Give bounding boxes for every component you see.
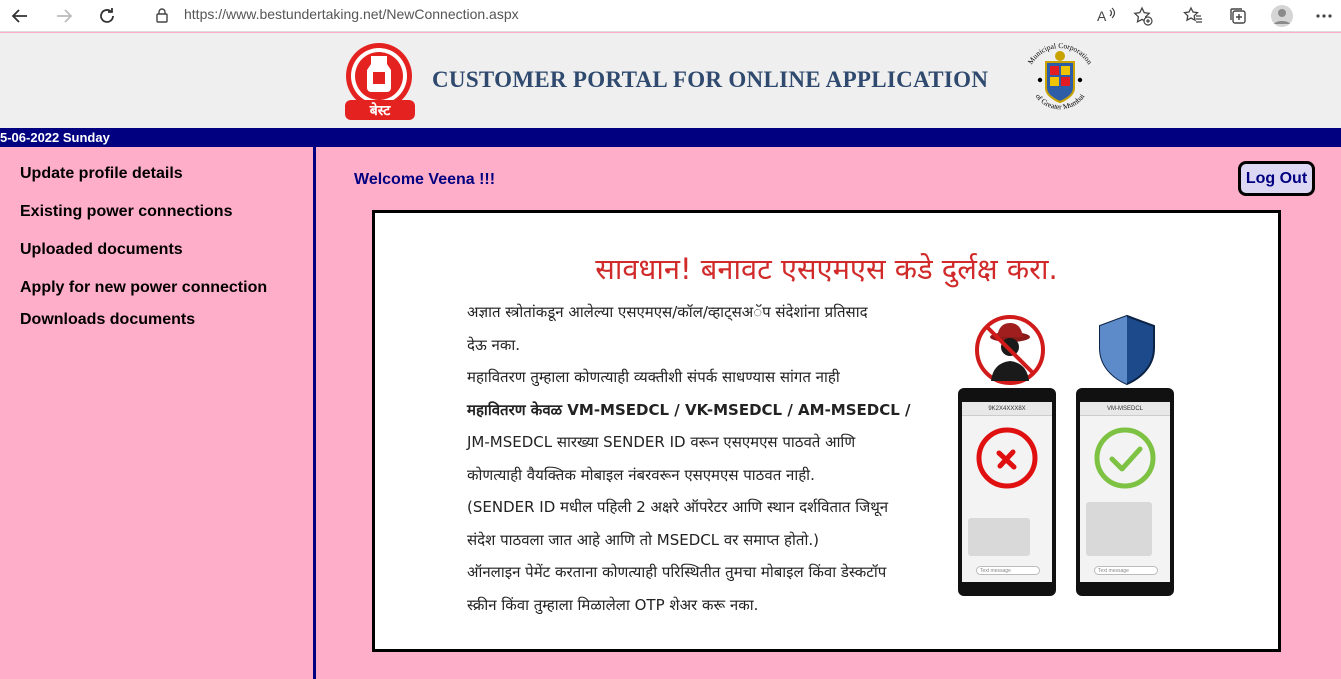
sidebar-item-apply-new-connection[interactable]: Apply for new power connection <box>20 279 267 297</box>
sidebar-item-downloads-documents[interactable]: Downloads documents <box>20 311 195 329</box>
phone-message-input: Text message <box>1094 566 1158 575</box>
mcgm-seal: Municipal Corporation of Greater Mumbai <box>1018 38 1102 122</box>
phone-sender-header: 9K2X4XXX8X <box>962 402 1052 416</box>
browser-toolbar: https://www.bestundertaking.net/NewConne… <box>0 0 1341 32</box>
message-bubble <box>1086 502 1152 556</box>
phone-screen: 9K2X4XXX8X Text message <box>962 402 1052 582</box>
sms-warning-notice: सावधान! बनावट एसएमएस कडे दुर्लक्ष करा. अ… <box>372 210 1281 652</box>
success-check-icon <box>1093 426 1157 495</box>
notice-line: ऑनलाइन पेमेंट करताना कोणत्याही परिस्थिती… <box>467 563 887 581</box>
genuine-sms-phone: VM-MSEDCL Text message <box>1076 388 1174 596</box>
best-logo: बेस्ट <box>341 40 419 124</box>
notice-line: (SENDER ID मधील पहिली 2 अक्षरे ऑपरेटर आण… <box>467 498 889 516</box>
notice-body: अज्ञात स्त्रोतांकडून आलेल्या एसएमएस/कॉल/… <box>467 296 947 621</box>
phone-sender-header: VM-MSEDCL <box>1080 402 1170 416</box>
notice-line: महावितरण केवळ VM-MSEDCL / VK-MSEDCL / AM… <box>467 400 911 419</box>
logo-text: बेस्ट <box>369 103 391 119</box>
sidebar-item-update-profile[interactable]: Update profile details <box>20 165 183 183</box>
sidebar-item-uploaded-documents[interactable]: Uploaded documents <box>20 241 183 259</box>
favorite-add-icon[interactable] <box>1131 4 1155 28</box>
notice-line: स्क्रीन किंवा तुम्हाला मिळालेला OTP शेअर… <box>467 595 759 614</box>
notice-line: देऊ नका. <box>467 335 521 354</box>
more-icon[interactable] <box>1312 4 1336 28</box>
lock-icon[interactable] <box>150 3 174 27</box>
notice-line: महावितरण तुम्हाला कोणत्याही व्यक्तीशी सं… <box>467 368 840 386</box>
portal-title: CUSTOMER PORTAL FOR ONLINE APPLICATION <box>432 67 989 92</box>
profile-avatar-icon[interactable] <box>1270 4 1294 28</box>
sidebar: Update profile details Existing power co… <box>0 147 313 679</box>
notice-line: संदेश पाठवला जात आहे आणि तो MSEDCL वर सम… <box>467 530 819 549</box>
address-bar[interactable]: https://www.bestundertaking.net/NewConne… <box>136 0 1161 30</box>
error-cross-icon <box>975 426 1039 495</box>
forward-icon[interactable] <box>52 4 76 28</box>
notice-line: JM-MSEDCL सारख्या SENDER ID वरून एसएमएस … <box>467 433 856 451</box>
phone-screen: VM-MSEDCL Text message <box>1080 402 1170 582</box>
notice-title: सावधान! बनावट एसएमएस कडे दुर्लक्ष करा. <box>595 252 1058 286</box>
refresh-icon[interactable] <box>95 4 119 28</box>
logout-button[interactable]: Log Out <box>1238 161 1315 196</box>
notice-line: अज्ञात स्त्रोतांकडून आलेल्या एसएमएस/कॉल/… <box>467 303 868 321</box>
url-text[interactable]: https://www.bestundertaking.net/NewConne… <box>184 6 519 22</box>
notice-line: कोणत्याही वैयक्तिक मोबाइल नंबरवरून एसएमए… <box>467 465 815 484</box>
welcome-message: Welcome Veena !!! <box>354 171 496 188</box>
sidebar-item-existing-connections[interactable]: Existing power connections <box>20 203 232 221</box>
favorites-icon[interactable] <box>1181 4 1205 28</box>
date-bar: 5-06-2022 Sunday <box>0 128 1341 147</box>
fake-sms-phone: 9K2X4XXX8X Text message <box>958 388 1056 596</box>
hacker-prohibited-icon <box>973 313 1047 387</box>
back-icon[interactable] <box>8 4 32 28</box>
phone-message-input: Text message <box>976 566 1040 575</box>
shield-icon <box>1095 313 1159 387</box>
message-bubble <box>968 518 1030 556</box>
read-aloud-icon[interactable]: A <box>1095 4 1119 28</box>
svg-text:A: A <box>1097 8 1107 24</box>
sidebar-divider <box>313 147 316 679</box>
collections-icon[interactable] <box>1226 4 1250 28</box>
